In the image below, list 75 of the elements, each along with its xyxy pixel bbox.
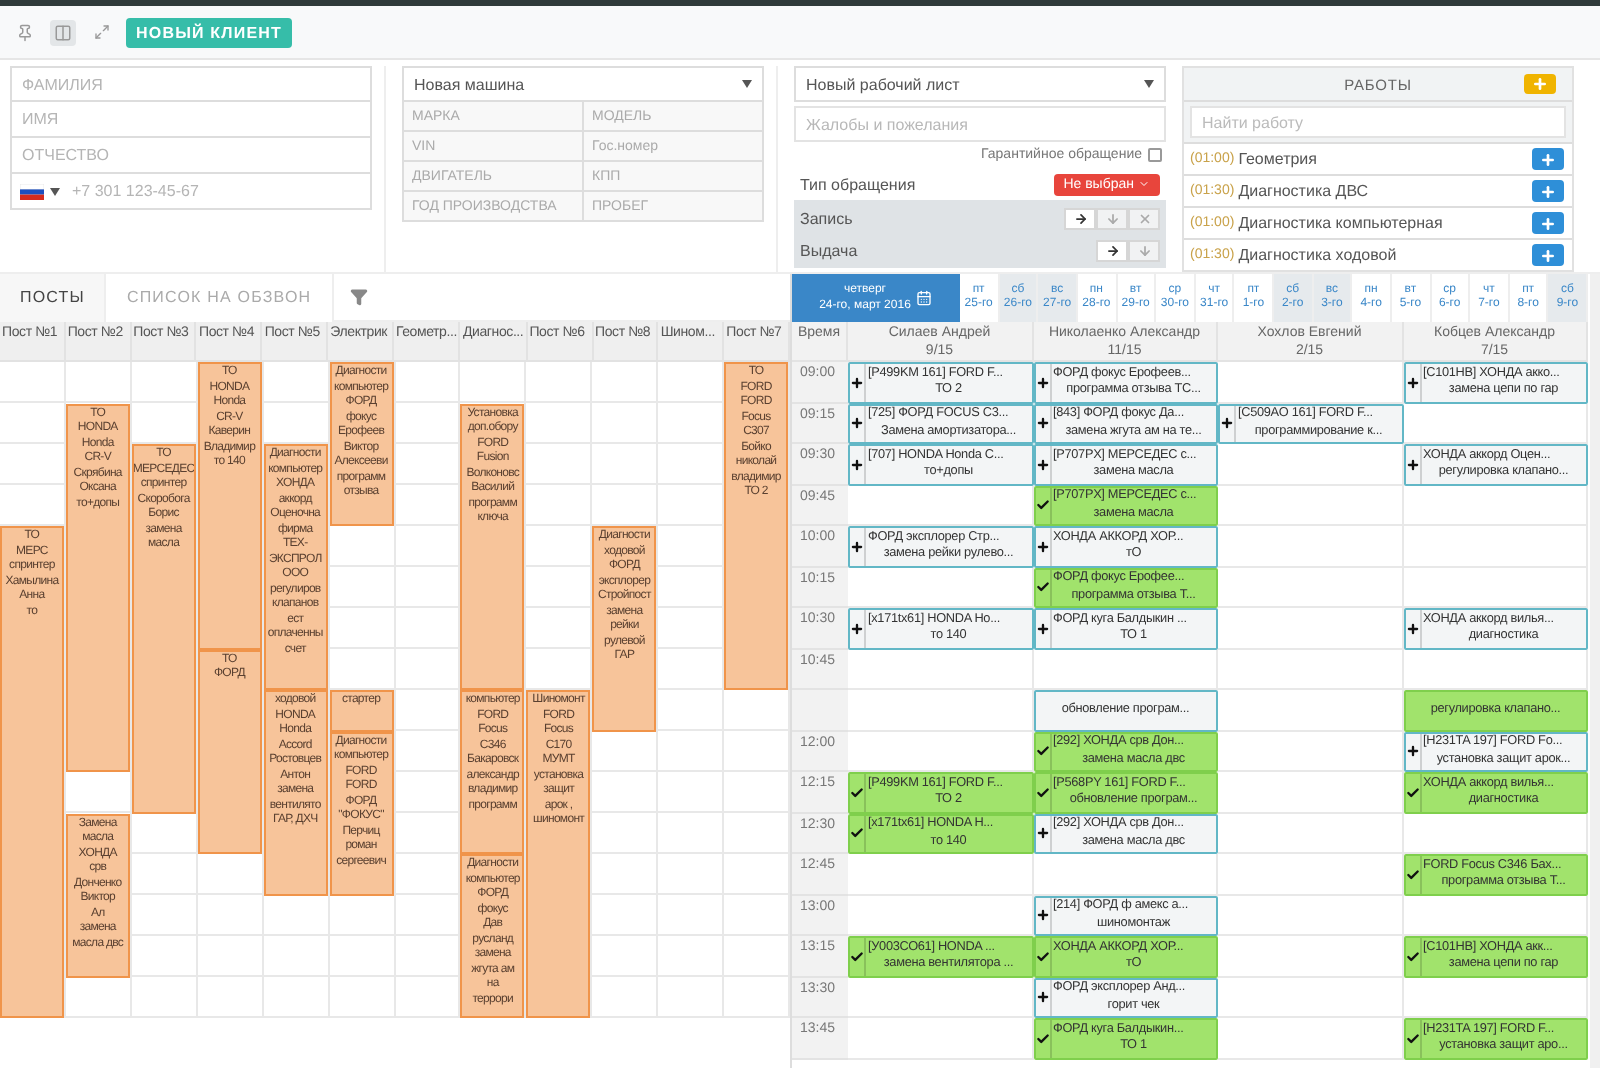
chevron-icon: [1138, 178, 1150, 190]
arrow-right-icon: [1105, 243, 1119, 257]
plus-icon[interactable]: [1035, 897, 1051, 934]
add-button[interactable]: [1532, 212, 1564, 234]
input-field[interactable]: ОТЧЕСТВО: [10, 138, 372, 174]
check-icon[interactable]: [1405, 1020, 1421, 1057]
check-icon[interactable]: [1035, 774, 1051, 811]
plus-icon[interactable]: [850, 610, 866, 647]
plus-icon: [1540, 151, 1556, 167]
check-icon[interactable]: [850, 938, 866, 975]
plus-icon[interactable]: [1035, 528, 1051, 565]
caret-icon: [50, 187, 60, 195]
arrow-button[interactable]: [1096, 239, 1128, 261]
plus-icon[interactable]: [1405, 364, 1421, 401]
arrow-down-icon: [1105, 211, 1119, 225]
caret-icon: [742, 80, 752, 88]
plus-icon[interactable]: [1405, 446, 1421, 483]
caret-icon: [1144, 80, 1154, 88]
check-icon[interactable]: [850, 774, 866, 811]
plus-icon: [1540, 215, 1556, 231]
input-field[interactable]: ФАМИЛИЯ: [10, 66, 372, 102]
arrow-right-icon: [1073, 211, 1087, 225]
field-label: Тип обращения: [800, 175, 916, 193]
check-icon[interactable]: [1405, 938, 1421, 975]
add-button[interactable]: [1532, 180, 1564, 202]
complaints-field[interactable]: Жалобы и пожелания: [794, 106, 1166, 142]
plus-icon[interactable]: [850, 405, 866, 442]
add-button[interactable]: [1532, 244, 1564, 266]
plus-icon[interactable]: [850, 364, 866, 401]
add-button[interactable]: [1524, 74, 1556, 94]
plus-icon[interactable]: [850, 528, 866, 565]
checkbox[interactable]: [1148, 148, 1162, 162]
plus-icon[interactable]: [1035, 979, 1051, 1016]
job-name: Диагностика компьютерная: [1238, 214, 1445, 232]
add-button[interactable]: [1532, 148, 1564, 170]
plus-icon[interactable]: [1035, 364, 1051, 401]
plus-icon[interactable]: [1405, 610, 1421, 647]
tab[interactable]: ПОСТЫ: [0, 273, 107, 321]
scrollbar[interactable]: [1590, 274, 1600, 1068]
check-icon[interactable]: [1035, 733, 1051, 770]
plus-icon: [1532, 76, 1548, 92]
job-name: Диагностика ходовой: [1238, 246, 1399, 264]
plus-icon[interactable]: [1035, 815, 1051, 852]
job-name: Геометрия: [1238, 150, 1319, 168]
plus-icon[interactable]: [850, 446, 866, 483]
close-icon: [1137, 211, 1151, 225]
plus-icon[interactable]: [1035, 405, 1051, 442]
check-icon[interactable]: [850, 815, 866, 852]
plus-icon: [1540, 183, 1556, 199]
columns-icon[interactable]: [50, 19, 76, 45]
arrow-down-icon: [1137, 243, 1151, 257]
plus-icon[interactable]: [1405, 733, 1421, 770]
country-picker[interactable]: [10, 174, 66, 210]
plus-icon[interactable]: [1035, 446, 1051, 483]
russia-flag-icon: [20, 183, 44, 199]
check-icon[interactable]: [1035, 487, 1051, 524]
plus-icon: [1540, 247, 1556, 263]
plus-icon[interactable]: [1220, 405, 1236, 442]
close-button[interactable]: [1128, 207, 1160, 229]
car-select[interactable]: Новая машина: [402, 66, 764, 102]
check-icon[interactable]: [1035, 938, 1051, 975]
check-icon[interactable]: [1035, 1020, 1051, 1057]
plus-icon[interactable]: [1035, 610, 1051, 647]
calendar-icon: [916, 290, 933, 306]
phone-field[interactable]: +7 301 123-45-67: [66, 174, 372, 210]
check-icon[interactable]: [1035, 569, 1051, 606]
job-name: Диагностика ДВС: [1238, 182, 1371, 200]
arrow-button[interactable]: [1064, 207, 1096, 229]
check-icon[interactable]: [1405, 856, 1421, 893]
worksheet-select[interactable]: Новый рабочий лист: [794, 66, 1166, 102]
search-field[interactable]: Найти работу: [1190, 106, 1566, 138]
input-field[interactable]: ИМЯ: [10, 102, 372, 138]
action-label: Выдача: [800, 241, 858, 259]
action-label: Запись: [800, 209, 853, 227]
check-icon[interactable]: [1405, 774, 1421, 811]
